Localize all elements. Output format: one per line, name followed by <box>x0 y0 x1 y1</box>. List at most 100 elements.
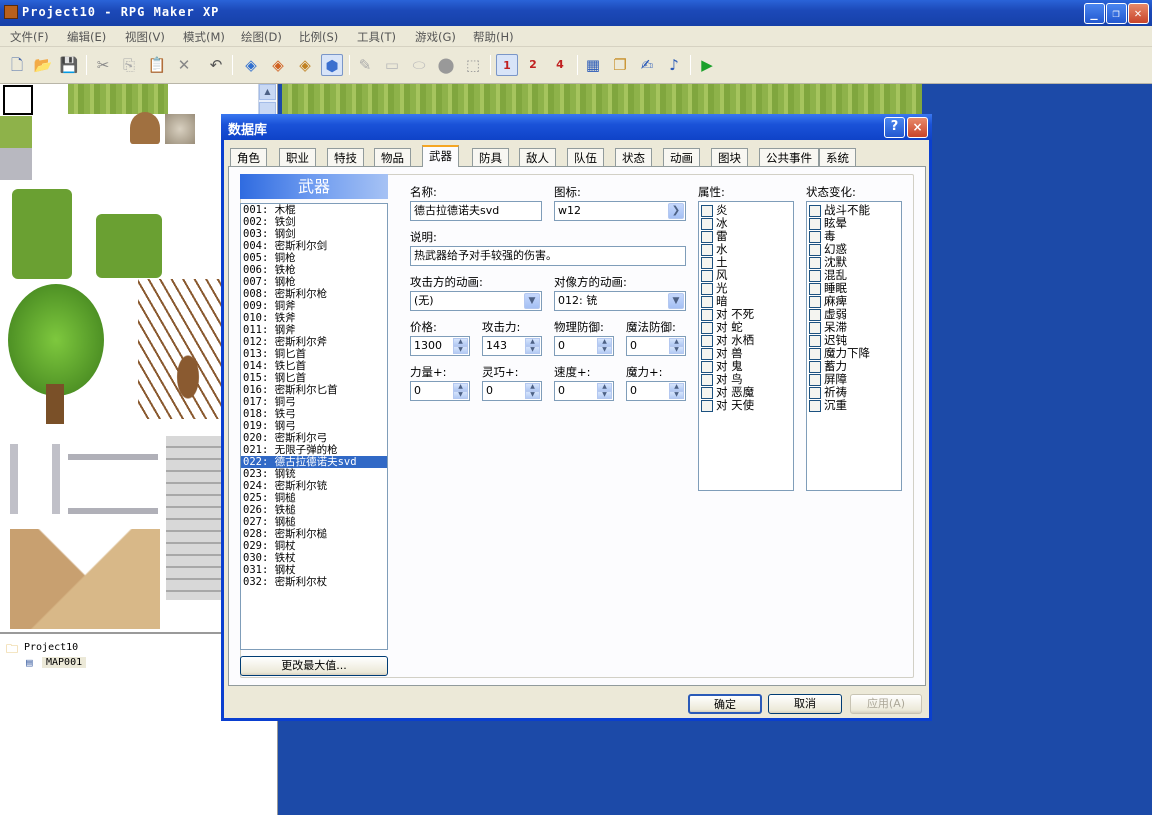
list-item[interactable]: 014: 铁匕首 <box>241 360 387 372</box>
dex-stepper[interactable]: 0 ▲ ▼ <box>482 381 542 401</box>
cut-icon[interactable]: ✂ <box>92 54 114 76</box>
checkbox-item[interactable]: 混乱 <box>807 269 901 282</box>
icon-browse-icon[interactable]: ❯ <box>668 203 684 219</box>
states-checklist[interactable]: 战斗不能 眩晕毒幻惑 沈默 混乱 睡眠 麻痺 虚弱 呆滞 迟钝 魔力下降 蓄力 屏障 祈祷 沉重 <box>806 201 902 491</box>
checkbox-item[interactable]: 对 水栖 <box>699 334 793 347</box>
menu-help[interactable]: 帮助(H) <box>473 29 514 45</box>
checkbox-item[interactable]: 冰 <box>699 217 793 230</box>
list-item[interactable]: 025: 铜槌 <box>241 492 387 504</box>
copy-icon[interactable]: ⎘ <box>118 54 140 76</box>
list-item[interactable]: 020: 密斯利尔弓 <box>241 432 387 444</box>
pencil-icon[interactable]: ✎ <box>354 54 376 76</box>
spin-down-icon[interactable]: ▼ <box>453 391 468 399</box>
list-item[interactable]: 015: 钢匕首 <box>241 372 387 384</box>
checkbox-item[interactable]: 呆滞 <box>807 321 901 334</box>
spin-down-icon[interactable]: ▼ <box>669 346 684 354</box>
play-icon[interactable]: ▶ <box>696 54 718 76</box>
delete-icon[interactable]: ✕ <box>173 54 195 76</box>
list-item[interactable]: 021: 无限子弹的枪 <box>241 444 387 456</box>
tab-tilesets[interactable]: 图块 <box>711 148 748 166</box>
name-field[interactable]: 德古拉德诺夫svd <box>410 201 542 221</box>
str-stepper[interactable]: 0 ▲ ▼ <box>410 381 470 401</box>
list-item[interactable]: 013: 铜匕首 <box>241 348 387 360</box>
menu-mode[interactable]: 模式(M) <box>183 29 225 45</box>
select-icon[interactable]: ⬚ <box>462 54 484 76</box>
tab-armors[interactable]: 防具 <box>472 148 509 166</box>
tab-states[interactable]: 状态 <box>615 148 652 166</box>
tab-animations[interactable]: 动画 <box>663 148 700 166</box>
pdef-stepper[interactable]: 0 ▲ ▼ <box>554 336 614 356</box>
save-icon[interactable]: 💾 <box>58 54 80 76</box>
spin-buttons[interactable]: ▲ ▼ <box>453 383 468 399</box>
spin-down-icon[interactable]: ▼ <box>597 346 612 354</box>
open-icon[interactable]: 📂 <box>32 54 54 76</box>
cancel-button[interactable]: 取消 <box>768 694 842 714</box>
list-item[interactable]: 027: 钢槌 <box>241 516 387 528</box>
minimize-icon[interactable]: _ <box>1084 3 1105 24</box>
int-stepper[interactable]: 0 ▲ ▼ <box>626 381 686 401</box>
list-item[interactable]: 006: 铁枪 <box>241 264 387 276</box>
list-item[interactable]: 030: 铁杖 <box>241 552 387 564</box>
list-item[interactable]: 003: 钢剑 <box>241 228 387 240</box>
events-icon[interactable]: ⬢ <box>321 54 343 76</box>
list-item[interactable]: 001: 木棍 <box>241 204 387 216</box>
fill-icon[interactable]: ⬤ <box>435 54 457 76</box>
help-icon[interactable]: ? <box>884 117 905 138</box>
tab-skills[interactable]: 特技 <box>327 148 364 166</box>
checkbox-item[interactable]: 光 <box>699 282 793 295</box>
list-item[interactable]: 028: 密斯利尔槌 <box>241 528 387 540</box>
close-icon[interactable]: ✕ <box>1128 3 1149 24</box>
checkbox-item[interactable]: 蓄力 <box>807 360 901 373</box>
spin-up-icon[interactable]: ▲ <box>669 383 684 391</box>
price-stepper[interactable]: 1300 ▲ ▼ <box>410 336 470 356</box>
spin-up-icon[interactable]: ▲ <box>525 383 540 391</box>
checkbox-item[interactable]: 水 <box>699 243 793 256</box>
tab-troops[interactable]: 队伍 <box>567 148 604 166</box>
layer3-icon[interactable]: ◈ <box>294 54 316 76</box>
weapon-list[interactable]: 001: 木棍 002: 铁剑 003: 钢剑 004: 密斯利尔剑 005: 铜枪 00… <box>240 203 388 650</box>
scroll-up-icon[interactable]: ▲ <box>259 84 276 100</box>
menu-view[interactable]: 视图(V) <box>125 29 165 45</box>
elements-checklist[interactable]: 炎冰雷水土风光暗对 不死对 蛇对 水栖对 兽对 鬼对 鸟对 恶魔对 天使 <box>698 201 794 491</box>
mdef-stepper[interactable]: 0 ▲ ▼ <box>626 336 686 356</box>
menu-draw[interactable]: 绘图(D) <box>241 29 282 45</box>
checkbox-item[interactable]: 眩晕 <box>807 217 901 230</box>
map-canvas[interactable] <box>282 84 922 114</box>
checkbox-item[interactable]: 虚弱 <box>807 308 901 321</box>
spin-buttons[interactable]: ▲ ▼ <box>669 383 684 399</box>
list-item[interactable]: 010: 铁斧 <box>241 312 387 324</box>
list-item[interactable]: 026: 铁槌 <box>241 504 387 516</box>
ellipse-icon[interactable]: ⬭ <box>408 54 430 76</box>
list-item[interactable]: 007: 钢枪 <box>241 276 387 288</box>
menu-scale[interactable]: 比例(S) <box>299 29 338 45</box>
list-item[interactable]: 029: 铜杖 <box>241 540 387 552</box>
spin-down-icon[interactable]: ▼ <box>597 391 612 399</box>
spin-buttons[interactable]: ▲ ▼ <box>597 383 612 399</box>
tab-system[interactable]: 系统 <box>819 148 856 166</box>
spin-buttons[interactable]: ▲ ▼ <box>597 338 612 354</box>
chevron-down-icon[interactable]: ▼ <box>668 293 684 309</box>
attacker-anim-select[interactable]: (无) ▼ <box>410 291 542 311</box>
checkbox-item[interactable]: 祈祷 <box>807 386 901 399</box>
project-node[interactable]: Project10 <box>24 642 78 653</box>
sound-icon[interactable]: ♪ <box>663 54 685 76</box>
spin-buttons[interactable]: ▲ ▼ <box>453 338 468 354</box>
tab-actors[interactable]: 角色 <box>230 148 267 166</box>
script-icon[interactable]: ✍ <box>636 54 658 76</box>
spin-up-icon[interactable]: ▲ <box>597 383 612 391</box>
tab-items[interactable]: 物品 <box>374 148 411 166</box>
map-node[interactable]: MAP001 <box>42 657 87 668</box>
list-item[interactable]: 016: 密斯利尔匕首 <box>241 384 387 396</box>
checkbox-item[interactable]: 土 <box>699 256 793 269</box>
checkbox-item[interactable]: 战斗不能 <box>807 204 901 217</box>
spin-buttons[interactable]: ▲ ▼ <box>525 338 540 354</box>
spin-buttons[interactable]: ▲ ▼ <box>525 383 540 399</box>
restore-icon[interactable]: ❐ <box>1106 3 1127 24</box>
list-item[interactable]: 008: 密斯利尔枪 <box>241 288 387 300</box>
spin-up-icon[interactable]: ▲ <box>453 383 468 391</box>
target-anim-select[interactable]: 012: 铳 ▼ <box>554 291 686 311</box>
database-icon[interactable]: ▦ <box>582 54 604 76</box>
checkbox-item[interactable]: 屏障 <box>807 373 901 386</box>
tab-classes[interactable]: 职业 <box>279 148 316 166</box>
menu-game[interactable]: 游戏(G) <box>415 29 456 45</box>
